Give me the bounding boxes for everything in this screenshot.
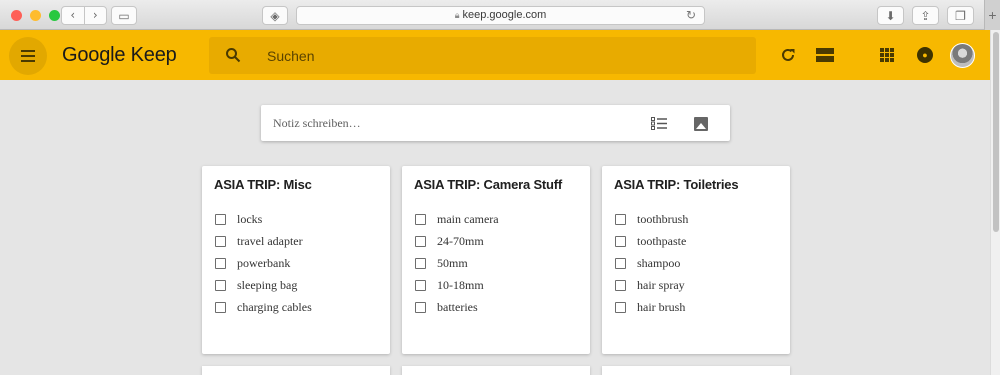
checklist-item-label: batteries xyxy=(437,299,478,314)
address-bar[interactable]: 🔒︎ keep.google.com ↻ xyxy=(296,6,705,25)
take-note-placeholder: Notiz schreiben… xyxy=(273,116,361,130)
checklist-item: hair brush xyxy=(615,296,688,318)
note-title: ASIA TRIP: Misc xyxy=(214,177,312,192)
checkbox[interactable] xyxy=(215,235,226,247)
minimize-window-button[interactable] xyxy=(30,10,41,21)
note-card[interactable]: ASIA TRIP: Toiletries toothbrush toothpa… xyxy=(602,166,790,354)
new-tab-icon[interactable]: + xyxy=(984,0,1000,30)
checkbox[interactable] xyxy=(415,235,426,247)
checkbox[interactable] xyxy=(415,279,426,291)
checklist-item-label: 50mm xyxy=(437,255,468,270)
new-note-with-image-icon[interactable] xyxy=(694,117,708,131)
checklist: main camera 24-70mm 50mm 10-18mm batteri… xyxy=(415,208,499,318)
checklist-item: 24-70mm xyxy=(415,230,499,252)
checklist-item: powerbank xyxy=(215,252,312,274)
sidebar-toggle-icon[interactable]: ▭ xyxy=(111,6,137,25)
scrollbar-thumb[interactable] xyxy=(993,32,999,232)
checklist-item-label: main camera xyxy=(437,211,499,226)
search-icon xyxy=(226,48,241,63)
app-title: Google Keep xyxy=(62,44,177,66)
forward-icon[interactable]: › xyxy=(83,7,107,24)
checklist-item-label: hair brush xyxy=(637,299,686,314)
checkbox[interactable] xyxy=(415,301,426,313)
checklist-item: toothpaste xyxy=(615,230,688,252)
new-list-icon[interactable] xyxy=(651,117,667,130)
checklist-item-label: 10-18mm xyxy=(437,277,484,292)
checklist-item: shampoo xyxy=(615,252,688,274)
checkbox[interactable] xyxy=(615,235,626,247)
close-window-button[interactable] xyxy=(11,10,22,21)
note-card[interactable]: ASIA TRIP: Camera Stuff main camera 24-7… xyxy=(402,166,590,354)
checklist-item-label: charging cables xyxy=(237,299,312,314)
checkbox[interactable] xyxy=(615,213,626,225)
checklist-item-label: toothpaste xyxy=(637,233,687,248)
checkbox[interactable] xyxy=(615,257,626,269)
take-note-input[interactable]: Notiz schreiben… xyxy=(261,105,730,141)
refresh-icon[interactable] xyxy=(780,47,796,63)
tabs-overview-icon[interactable]: ❐ xyxy=(947,6,974,25)
checklist-item-label: sleeping bag xyxy=(237,277,298,292)
note-card[interactable]: ASIA TRIP: Misc locks travel adapter pow… xyxy=(202,166,390,354)
lock-icon: 🔒︎ xyxy=(454,10,460,20)
app-header: Google Keep Suchen xyxy=(0,30,990,80)
checkbox[interactable] xyxy=(415,213,426,225)
checklist-item: 50mm xyxy=(415,252,499,274)
privacy-shield-icon[interactable]: ◈ xyxy=(262,6,288,25)
note-title: ASIA TRIP: Camera Stuff xyxy=(414,177,563,192)
checklist-item: sleeping bag xyxy=(215,274,312,296)
main-menu-icon[interactable] xyxy=(9,37,47,75)
account-avatar[interactable] xyxy=(950,43,975,68)
list-view-icon[interactable] xyxy=(816,48,834,62)
downloads-icon[interactable]: ⬇ xyxy=(877,6,904,25)
checklist-item-label: hair spray xyxy=(637,277,685,292)
checklist-item: toothbrush xyxy=(615,208,688,230)
search-placeholder: Suchen xyxy=(267,48,315,64)
apps-grid-icon[interactable] xyxy=(880,48,894,62)
checklist-item-label: powerbank xyxy=(237,255,291,270)
checkbox[interactable] xyxy=(215,279,226,291)
checkbox[interactable] xyxy=(215,257,226,269)
checklist-item: batteries xyxy=(415,296,499,318)
checklist-item: charging cables xyxy=(215,296,312,318)
checklist-item-label: locks xyxy=(237,211,263,226)
checkbox[interactable] xyxy=(215,213,226,225)
checklist-item: travel adapter xyxy=(215,230,312,252)
back-icon[interactable]: ‹ xyxy=(62,7,84,24)
window-controls xyxy=(11,10,60,21)
checklist-item: hair spray xyxy=(615,274,688,296)
checkbox[interactable] xyxy=(615,279,626,291)
share-icon[interactable]: ⇪ xyxy=(912,6,939,25)
checkbox[interactable] xyxy=(215,301,226,313)
note-title: ASIA TRIP: Toiletries xyxy=(614,177,739,192)
checklist-item: locks xyxy=(215,208,312,230)
checklist-item: main camera xyxy=(415,208,499,230)
note-card-partial[interactable] xyxy=(202,366,390,375)
checkbox[interactable] xyxy=(415,257,426,269)
note-card-partial[interactable] xyxy=(602,366,790,375)
browser-toolbar: ‹ › ▭ ◈ 🔒︎ keep.google.com ↻ ⬇ ⇪ ❐ + xyxy=(0,0,1000,30)
notifications-icon[interactable]: ● xyxy=(917,47,933,63)
checkbox[interactable] xyxy=(615,301,626,313)
zoom-window-button[interactable] xyxy=(49,10,60,21)
checklist-item: 10-18mm xyxy=(415,274,499,296)
checklist-item-label: toothbrush xyxy=(637,211,689,226)
reload-icon[interactable]: ↻ xyxy=(686,7,696,24)
checklist: toothbrush toothpaste shampoo hair spray… xyxy=(615,208,688,318)
checklist-item-label: shampoo xyxy=(637,255,681,270)
checklist-item-label: travel adapter xyxy=(237,233,303,248)
url-text: keep.google.com xyxy=(462,9,547,21)
note-card-partial[interactable] xyxy=(402,366,590,375)
history-navigation: ‹ › xyxy=(61,6,107,25)
checklist: locks travel adapter powerbank sleeping … xyxy=(215,208,312,318)
page-scrollbar[interactable] xyxy=(990,30,1000,375)
checklist-item-label: 24-70mm xyxy=(437,233,484,248)
search-input[interactable]: Suchen xyxy=(209,37,756,74)
